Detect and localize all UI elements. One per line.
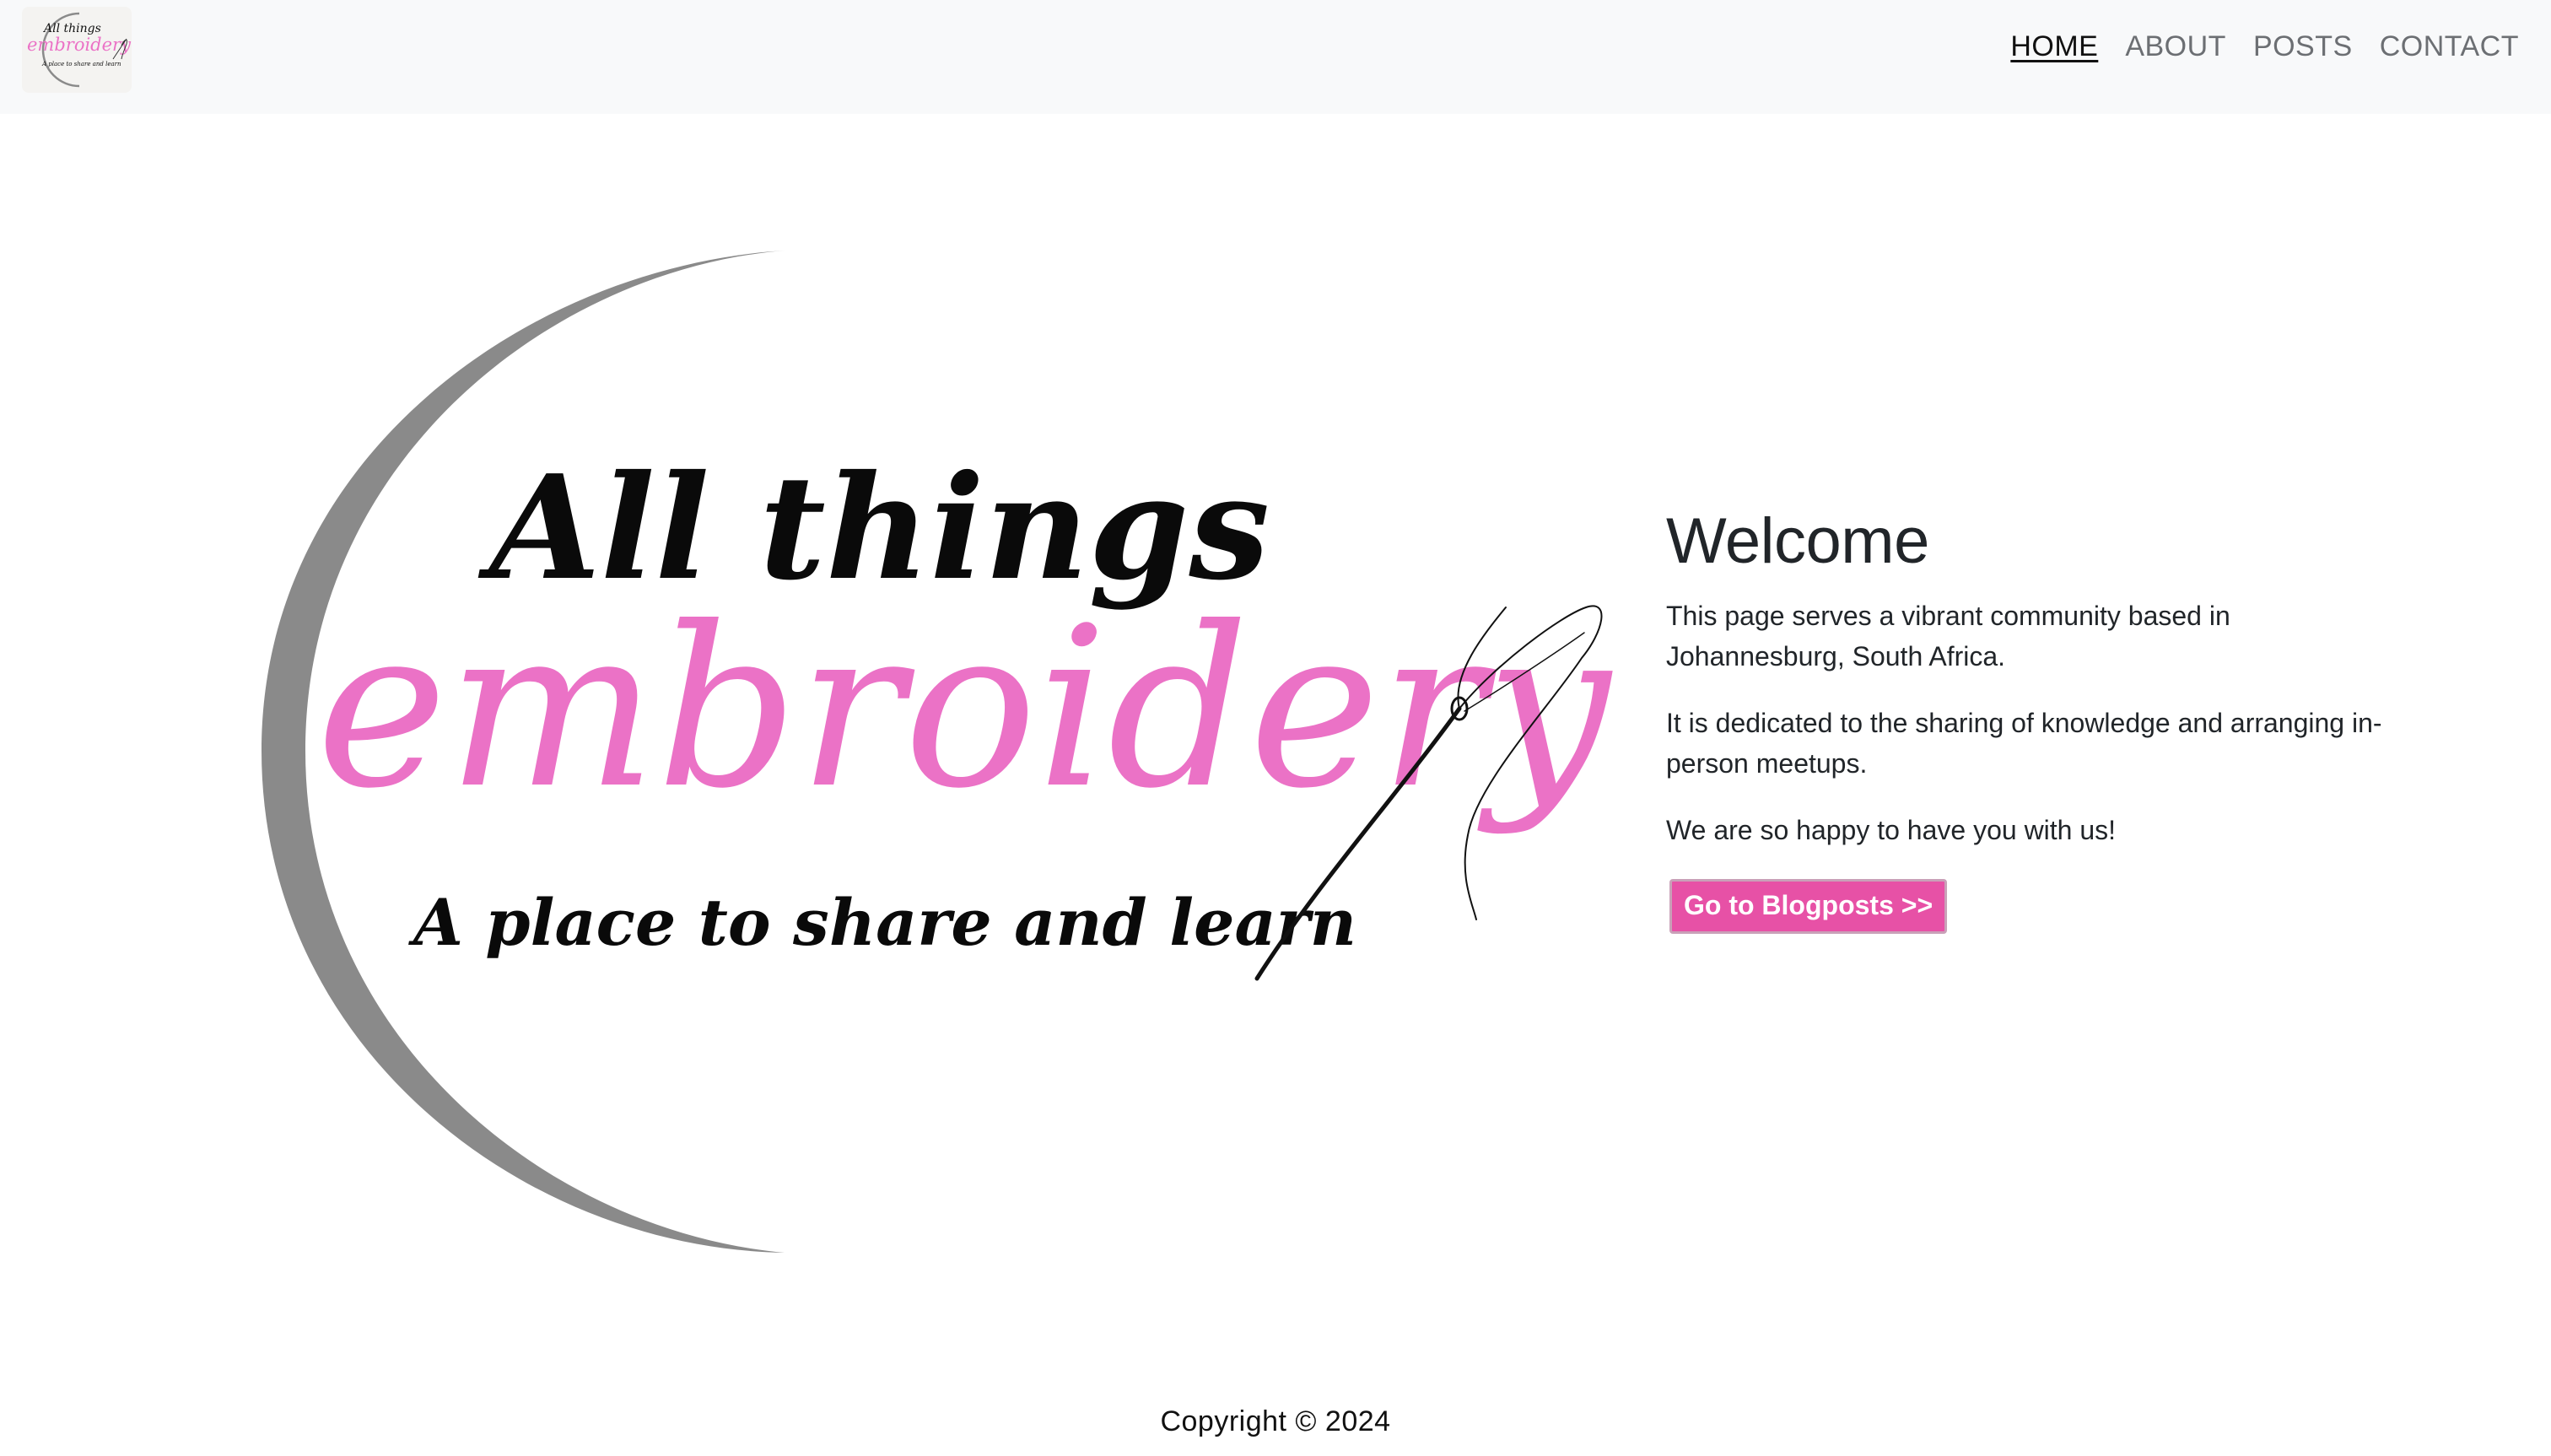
nav-posts[interactable]: POSTS	[2253, 30, 2353, 63]
welcome-paragraph-2: It is dedicated to the sharing of knowle…	[1666, 707, 2382, 779]
navbar: All things embroidery A place to share a…	[0, 0, 2551, 114]
nav-home[interactable]: HOME	[2010, 30, 2098, 63]
hero-logo: All things embroidery A place to share a…	[245, 236, 1628, 1282]
footer-copyright: Copyright © 2024	[1160, 1405, 1391, 1437]
go-to-blogposts-button[interactable]: Go to Blogposts >>	[1669, 878, 1948, 934]
welcome-paragraph-1: This page serves a vibrant community bas…	[1666, 600, 2230, 671]
brand-logo[interactable]: All things embroidery A place to share a…	[22, 7, 132, 93]
nav-contact[interactable]: CONTACT	[2380, 30, 2519, 63]
welcome-section: Welcome This page serves a vibrant commu…	[1666, 506, 2408, 934]
brand-logo-text-main: embroidery	[27, 35, 132, 55]
hero-logo-text-main: embroidery	[316, 580, 1613, 837]
nav-about[interactable]: ABOUT	[2125, 30, 2226, 63]
brand-logo-icon: All things embroidery A place to share a…	[27, 12, 132, 88]
welcome-paragraph-3: We are so happy to have you with us!	[1666, 814, 2117, 845]
hero-logo-graphic: All things embroidery A place to share a…	[262, 251, 1613, 1253]
hero-logo-text-sub: A place to share and learn	[408, 885, 1356, 960]
main-nav: HOME ABOUT POSTS CONTACT	[2010, 30, 2519, 63]
brand-logo-text-top: All things	[42, 22, 101, 35]
brand-logo-text-sub: A place to share and learn	[41, 61, 121, 67]
welcome-title: Welcome	[1666, 505, 1929, 577]
